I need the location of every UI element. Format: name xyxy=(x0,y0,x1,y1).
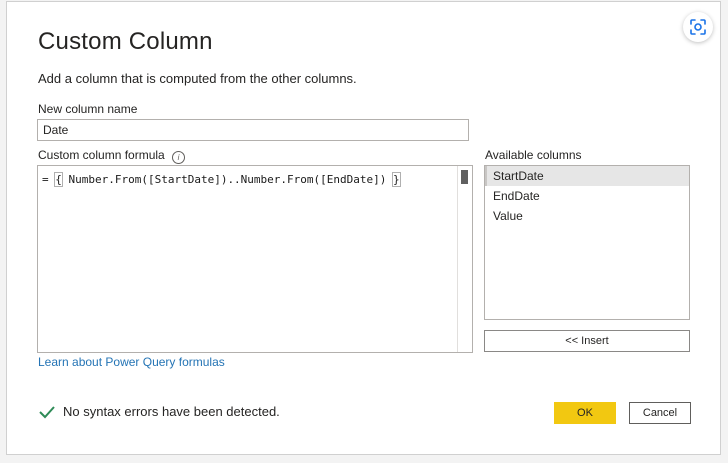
column-item-enddate[interactable]: EndDate xyxy=(485,186,689,206)
formula-scrollbar-thumb[interactable] xyxy=(461,170,468,184)
formula-scrollbar[interactable] xyxy=(457,166,472,352)
status-text: No syntax errors have been detected. xyxy=(63,404,280,419)
dialog-subtitle: Add a column that is computed from the o… xyxy=(38,71,357,86)
formula-label: Custom column formula xyxy=(38,148,165,162)
formula-prefix: = xyxy=(42,173,56,186)
formula-editor[interactable]: = { Number.From([StartDate])..Number.Fro… xyxy=(37,165,473,353)
cancel-button[interactable]: Cancel xyxy=(629,402,691,424)
learn-formulas-link[interactable]: Learn about Power Query formulas xyxy=(38,355,225,369)
new-column-name-label: New column name xyxy=(38,102,138,116)
column-item-startdate[interactable]: StartDate xyxy=(485,166,689,186)
new-column-name-input[interactable] xyxy=(37,119,469,141)
formula-text[interactable]: = { Number.From([StartDate])..Number.Fro… xyxy=(42,172,401,187)
dialog-title: Custom Column xyxy=(38,28,213,55)
custom-column-dialog: Custom Column Add a column that is compu… xyxy=(6,1,721,455)
formula-body: Number.From([StartDate])..Number.From([E… xyxy=(61,173,394,186)
ok-button[interactable]: OK xyxy=(554,402,616,424)
formula-label-row: Custom column formula i xyxy=(38,148,186,164)
checkmark-icon xyxy=(39,405,55,418)
available-columns-list[interactable]: StartDate EndDate Value xyxy=(484,165,690,320)
formula-open-brace: { xyxy=(54,172,63,187)
syntax-status: No syntax errors have been detected. xyxy=(39,404,280,419)
available-columns-label: Available columns xyxy=(485,148,582,162)
insert-button[interactable]: << Insert xyxy=(484,330,690,352)
info-icon[interactable]: i xyxy=(172,151,186,164)
formula-close-brace: } xyxy=(392,172,401,187)
visual-search-icon[interactable] xyxy=(683,12,713,42)
column-item-value[interactable]: Value xyxy=(485,206,689,226)
